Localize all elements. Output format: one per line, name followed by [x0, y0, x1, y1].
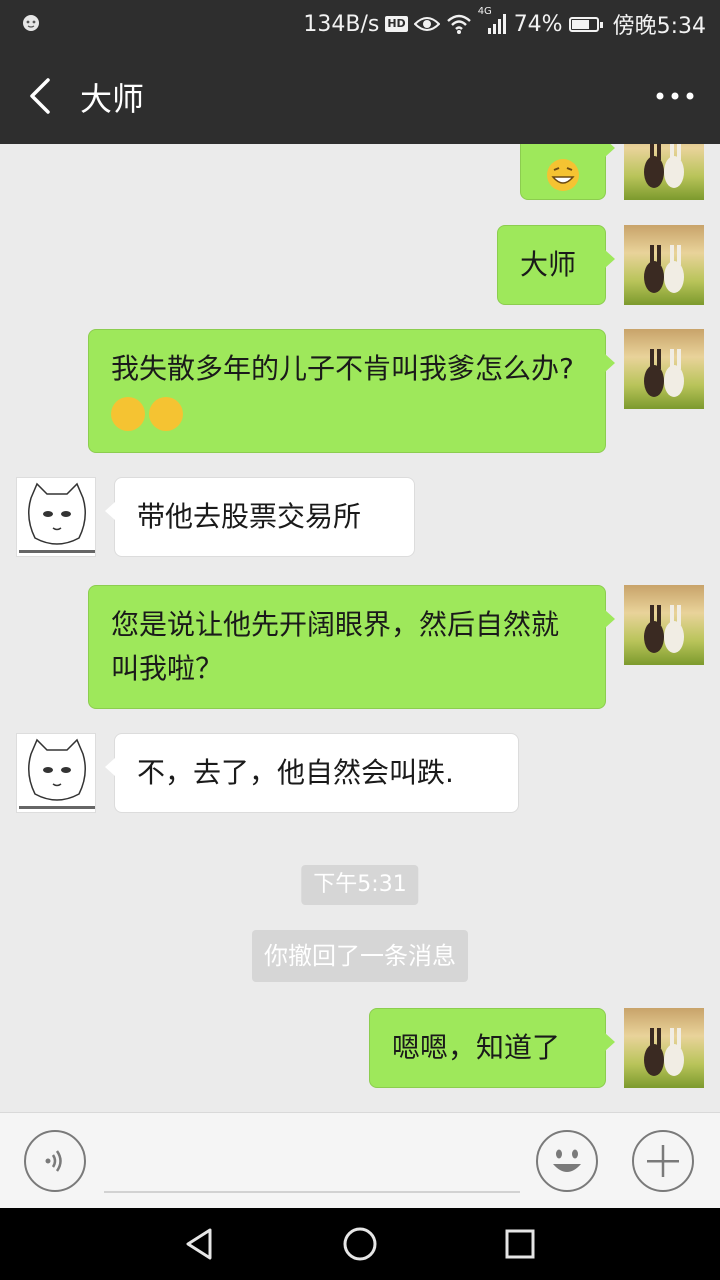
back-icon[interactable]: [18, 72, 62, 120]
smiley-icon: [553, 1149, 581, 1172]
message-text: 嗯嗯，知道了: [392, 1031, 561, 1064]
battery-icon: [568, 16, 603, 32]
voice-button[interactable]: [24, 1130, 86, 1192]
smirk-sweat-emoji: [149, 397, 183, 431]
bunny-image: [644, 349, 684, 397]
clock: 傍晚5:34: [612, 14, 706, 39]
more-options-icon[interactable]: [650, 78, 700, 114]
nav-home-icon[interactable]: [340, 1224, 380, 1264]
recall-notice: 你撤回了一条消息: [252, 930, 468, 982]
notification-icon: [23, 15, 39, 31]
message-bubble-sent[interactable]: 我失散多年的儿子不肯叫我爹怎么办?: [88, 329, 615, 453]
bunny-image: [644, 605, 684, 653]
my-avatar[interactable]: [624, 329, 704, 409]
nav-back-icon[interactable]: [180, 1224, 220, 1264]
message-bubble-sent[interactable]: 大师: [497, 225, 615, 305]
message-text: 我失散多年的儿子不肯叫我爹怎么办?: [111, 352, 574, 385]
message-bubble-sent[interactable]: 嗯嗯，知道了: [369, 1008, 615, 1088]
message-bubble-received[interactable]: 不，去了，他自然会叫跌.: [105, 733, 519, 813]
chat-title: 大师: [80, 80, 145, 118]
message-text: 带他去股票交易所: [137, 500, 362, 533]
cat-face-image: [17, 738, 95, 812]
message-bubble-received[interactable]: 带他去股票交易所: [105, 477, 415, 557]
nav-recents-icon[interactable]: [500, 1224, 540, 1264]
cell-signal-icon: 4G: [478, 6, 508, 36]
eye-icon: [413, 17, 440, 31]
my-avatar[interactable]: [624, 585, 704, 665]
bunny-image: [644, 1028, 684, 1076]
message-text: 大师: [520, 248, 577, 281]
voice-icon: [45, 1150, 62, 1172]
message-bubble-sent[interactable]: 您是说让他先开阔眼界，然后自然就叫我啦？: [88, 585, 615, 709]
wifi-icon: [446, 14, 471, 34]
timestamp-label: 下午5:31: [301, 865, 419, 905]
message-input[interactable]: [104, 1191, 520, 1193]
hd-badge: HD: [385, 16, 408, 32]
contact-avatar[interactable]: [16, 733, 96, 813]
chat-header: 大师: [0, 48, 720, 144]
system-nav-bar: [0, 1208, 720, 1280]
grinning-sweat-emoji: [547, 159, 579, 191]
bunny-image: [644, 144, 684, 188]
battery-percent: 74%: [513, 11, 563, 37]
contact-avatar[interactable]: [16, 477, 96, 557]
battery-fill: [571, 19, 590, 29]
status-bar: 134B/s HD 4G 74% 傍晚5:34: [0, 0, 720, 48]
bunny-image: [644, 245, 684, 293]
network-speed: 134B/s: [303, 11, 380, 37]
message-list[interactable]: 大师 我失散多年的儿子不肯叫我爹怎么办? 带他去股票交易所 您是说让他先开阔眼界…: [0, 144, 720, 1112]
plus-icon: [647, 1145, 679, 1177]
cat-face-image: [17, 482, 95, 556]
emoji-button[interactable]: [536, 1130, 598, 1192]
my-avatar[interactable]: [624, 144, 704, 200]
input-bar: [0, 1112, 720, 1208]
my-avatar[interactable]: [624, 1008, 704, 1088]
message-text: 不，去了，他自然会叫跌.: [137, 756, 454, 789]
smirk-sweat-emoji: [111, 397, 145, 431]
message-text: 您是说让他先开阔眼界，然后自然就叫我啦？: [111, 608, 560, 685]
message-bubble-sent[interactable]: [520, 144, 615, 200]
my-avatar[interactable]: [624, 225, 704, 305]
more-actions-button[interactable]: [632, 1130, 694, 1192]
